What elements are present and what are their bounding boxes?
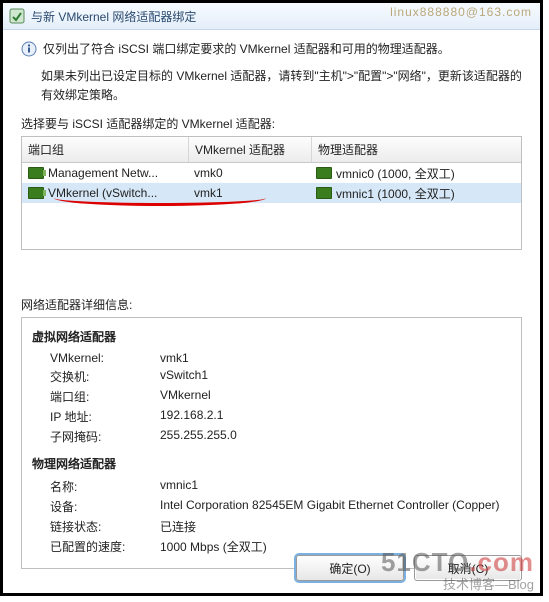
detail-label: 网络适配器详细信息:	[21, 296, 522, 313]
v-name: vmnic1	[160, 478, 511, 495]
v-switch: vSwitch1	[160, 368, 511, 385]
intro-line-1: 仅列出了符合 iSCSI 端口绑定要求的 VMkernel 适配器和可用的物理适…	[43, 40, 450, 57]
k-portgroup: 端口组:	[50, 388, 160, 405]
grid-body: Management Netw... vmk0 vmnic0 (1000, 全双…	[22, 163, 521, 249]
cell-pg: Management Netw...	[48, 166, 158, 180]
table-row[interactable]: Management Netw... vmk0 vmnic0 (1000, 全双…	[22, 163, 521, 183]
v-link: 已连接	[160, 518, 511, 535]
v-speed: 1000 Mbps (全双工)	[160, 538, 511, 555]
col-vmkernel[interactable]: VMkernel 适配器	[189, 137, 312, 162]
vsphere-icon	[9, 8, 25, 24]
k-speed: 已配置的速度:	[50, 538, 160, 555]
k-ip: IP 地址:	[50, 408, 160, 425]
intro-line-2: 如果未列出已设定目标的 VMkernel 适配器，请转到"主机">"配置">"网…	[41, 67, 522, 105]
cancel-button[interactable]: 取消(C)	[414, 555, 522, 581]
v-device: Intel Corporation 82545EM Gigabit Ethern…	[160, 498, 511, 515]
k-name: 名称:	[50, 478, 160, 495]
v-mask: 255.255.255.0	[160, 428, 511, 445]
k-device: 设备:	[50, 498, 160, 515]
cell-phys: vmnic1 (1000, 全双工)	[336, 185, 455, 202]
grid-empty	[22, 203, 521, 249]
k-vmkernel: VMkernel:	[50, 351, 160, 365]
pick-label: 选择要与 iSCSI 适配器绑定的 VMkernel 适配器:	[21, 115, 522, 132]
ok-button[interactable]: 确定(O)	[296, 555, 404, 581]
cell-vmk: vmk1	[188, 184, 310, 202]
k-link: 链接状态:	[50, 518, 160, 535]
cell-pg: VMkernel (vSwitch...	[48, 186, 157, 200]
col-physical[interactable]: 物理适配器	[312, 137, 521, 162]
v-vmkernel: vmk1	[160, 351, 511, 365]
adapter-grid: 端口组 VMkernel 适配器 物理适配器 Management Netw..…	[21, 136, 522, 250]
watermark-top: linux888880@163.com	[390, 5, 532, 19]
detail-box: 虚拟网络适配器 VMkernel:vmk1 交换机:vSwitch1 端口组:V…	[21, 317, 522, 569]
cell-phys: vmnic0 (1000, 全双工)	[336, 165, 455, 182]
cell-vmk: vmk0	[188, 164, 310, 182]
virtual-title: 虚拟网络适配器	[32, 328, 511, 345]
portgroup-icon	[28, 187, 44, 199]
nic-icon	[316, 187, 332, 199]
table-row[interactable]: VMkernel (vSwitch... vmk1 vmnic1 (1000, …	[22, 183, 521, 203]
k-mask: 子网掩码:	[50, 428, 160, 445]
grid-header: 端口组 VMkernel 适配器 物理适配器	[22, 137, 521, 163]
button-bar: 确定(O) 取消(C)	[296, 555, 522, 581]
physical-title: 物理网络适配器	[32, 455, 511, 472]
portgroup-icon	[28, 167, 44, 179]
v-portgroup: VMkernel	[160, 388, 511, 405]
col-portgroup[interactable]: 端口组	[22, 137, 189, 162]
k-switch: 交换机:	[50, 368, 160, 385]
v-ip: 192.168.2.1	[160, 408, 511, 425]
info-icon	[21, 41, 37, 57]
nic-icon	[316, 167, 332, 179]
